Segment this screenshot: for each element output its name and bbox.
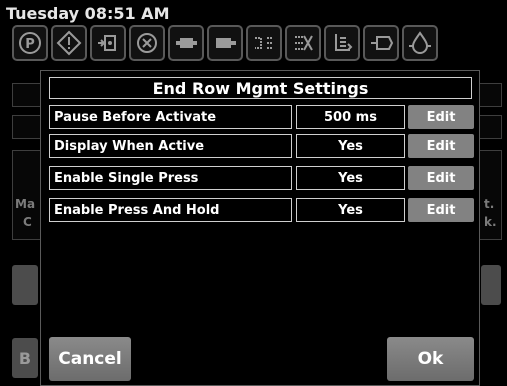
hydraulic-valve-icon[interactable] (90, 25, 126, 61)
lift-icon[interactable] (324, 25, 360, 61)
tank-valve-icon[interactable] (363, 25, 399, 61)
motor-icon[interactable] (207, 25, 243, 61)
setting-label: Enable Single Press (49, 166, 292, 190)
edit-button[interactable]: Edit (408, 198, 474, 222)
setting-value: Yes (296, 198, 405, 222)
pressure-gauge-icon[interactable] (129, 25, 165, 61)
setting-row-display-when-active: Display When Active Yes Edit (49, 134, 474, 158)
background-button (12, 265, 38, 305)
background-text: k. (484, 215, 497, 229)
pump-icon[interactable] (168, 25, 204, 61)
setting-value: 500 ms (296, 105, 405, 129)
clock: Tuesday 08:51 AM (6, 4, 170, 23)
background-text: t. (484, 197, 495, 211)
flow-icon[interactable] (246, 25, 282, 61)
setting-label: Display When Active (49, 134, 292, 158)
edit-button[interactable]: Edit (408, 166, 474, 190)
setting-value: Yes (296, 134, 405, 158)
svg-text:P: P (25, 37, 35, 52)
setting-row-pause-before-activate: Pause Before Activate 500 ms Edit (49, 105, 474, 129)
background-button: B (12, 338, 38, 378)
dialog-title: End Row Mgmt Settings (49, 77, 472, 99)
edit-button[interactable]: Edit (408, 134, 474, 158)
edit-button[interactable]: Edit (408, 105, 474, 129)
cancel-button[interactable]: Cancel (49, 337, 131, 381)
parking-icon[interactable]: P (12, 25, 48, 61)
setting-value: Yes (296, 166, 405, 190)
setting-label: Pause Before Activate (49, 105, 292, 129)
background-text: Ma (15, 197, 36, 211)
oil-drop-icon[interactable] (402, 25, 438, 61)
setting-row-enable-single-press: Enable Single Press Yes Edit (49, 166, 474, 190)
toolbar: P (12, 25, 502, 61)
warning-icon[interactable] (51, 25, 87, 61)
background-button (481, 265, 501, 305)
background-text: C (23, 215, 32, 229)
settings-dialog: End Row Mgmt Settings Pause Before Activ… (40, 70, 480, 386)
screen: Tuesday 08:51 AM P Ma C t. k. B End Row … (0, 0, 507, 386)
setting-row-enable-press-and-hold: Enable Press And Hold Yes Edit (49, 198, 474, 222)
disabled-flow-icon[interactable] (285, 25, 321, 61)
background-button-label: B (18, 348, 32, 368)
setting-label: Enable Press And Hold (49, 198, 292, 222)
ok-button[interactable]: Ok (387, 337, 474, 381)
